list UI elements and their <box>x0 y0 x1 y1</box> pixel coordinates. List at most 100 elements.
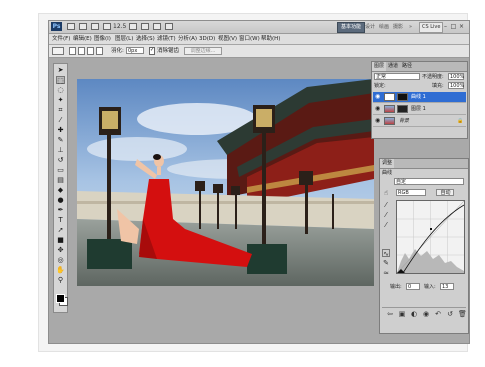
curve-pencil-icon[interactable]: ✎ <box>382 259 390 267</box>
gray-point-eyedropper-icon[interactable]: ⁄ <box>382 211 390 219</box>
reset-icon[interactable]: ↺ <box>446 310 454 318</box>
layer-row-layer1[interactable]: ◉ 图层 1 <box>373 104 466 115</box>
tab-layers[interactable]: 图层 <box>372 62 387 71</box>
menu-help[interactable]: 帮助(H) <box>261 34 280 44</box>
visibility-eye-icon[interactable]: ◉ <box>375 94 381 100</box>
menu-window[interactable]: 窗口(W) <box>239 34 260 44</box>
curve-points-icon[interactable]: ∿ <box>382 249 390 258</box>
adjustment-thumb-icon <box>384 93 395 101</box>
eyedropper-tool-icon[interactable]: ⁄ <box>56 116 65 124</box>
tools-panel: ➤ ⬚ ◌ ✦ ⌗ ⁄ ✚ ✎ ⊥ ↺ ▭ ▤ ◆ ● ✒ T ➚ ■ ✥ ◎ … <box>53 63 68 313</box>
curves-graph[interactable] <box>396 200 465 274</box>
output-input[interactable]: 0 <box>406 283 420 290</box>
quick-select-tool-icon[interactable]: ✦ <box>56 96 65 104</box>
visibility-eye-icon[interactable]: ◉ <box>375 106 381 112</box>
view-previous-icon[interactable]: ↶ <box>434 310 442 318</box>
hand-tool-icon[interactable]: ✋ <box>56 266 65 274</box>
opacity-input[interactable]: 100% <box>448 73 464 80</box>
clip-to-layer-icon[interactable]: ◐ <box>410 310 418 318</box>
menu-edit[interactable]: 编辑(E) <box>73 34 92 44</box>
feather-input[interactable]: 0px <box>126 47 144 54</box>
screen-mode-icon[interactable] <box>165 23 173 30</box>
path-select-tool-icon[interactable]: ➚ <box>56 226 65 234</box>
expand-view-icon[interactable]: ▣ <box>398 310 406 318</box>
brush-tool-icon[interactable]: ✎ <box>56 136 65 144</box>
menu-filter[interactable]: 滤镜(T) <box>157 34 176 44</box>
tab-channels[interactable]: 通道 <box>386 62 400 71</box>
layer-row-background[interactable]: ◉ 背景 🔒 <box>373 116 466 127</box>
input-input[interactable]: 13 <box>440 283 454 290</box>
hand-tool-icon[interactable] <box>129 23 137 30</box>
layer-mask-thumb <box>397 93 408 101</box>
3d-rotate-tool-icon[interactable]: ✥ <box>56 246 65 254</box>
minibridge-icon[interactable] <box>79 23 87 30</box>
workspace-design-link[interactable]: 设计 <box>365 22 375 32</box>
lasso-tool-icon[interactable]: ◌ <box>56 86 65 94</box>
rotate-view-icon[interactable] <box>141 23 149 30</box>
menu-3d[interactable]: 3D(D) <box>199 34 215 44</box>
marquee-preset-icon[interactable] <box>52 47 64 55</box>
zoom-preset-icon[interactable] <box>103 23 111 30</box>
zoom-level[interactable]: 12.5 <box>113 22 126 32</box>
intersect-selection-icon[interactable] <box>96 47 103 55</box>
visibility-eye-icon[interactable]: ◉ <box>375 118 381 124</box>
refine-edge-button[interactable]: 调整边缘... <box>184 47 222 55</box>
gradient-tool-icon[interactable]: ▤ <box>56 176 65 184</box>
bridge-icon[interactable] <box>67 23 75 30</box>
foreground-color-swatch[interactable] <box>56 294 65 303</box>
cs-live-button[interactable]: CS Live <box>419 22 444 33</box>
pen-tool-icon[interactable]: ✒ <box>56 206 65 214</box>
curve-adjust-hand-icon[interactable]: ☝ <box>382 189 390 197</box>
fill-input[interactable]: 100% <box>448 82 464 89</box>
move-tool-icon[interactable]: ➤ <box>56 66 65 74</box>
more-workspaces-icon[interactable]: » <box>409 22 412 32</box>
layer-row-curves[interactable]: ◉ 曲线 1 <box>373 92 466 103</box>
delete-adjustment-icon[interactable]: 🗑 <box>458 310 467 318</box>
crop-tool-icon[interactable]: ⌗ <box>56 106 65 114</box>
workspace-essentials-button[interactable]: 基本功能 <box>337 22 366 33</box>
return-to-list-icon[interactable]: ⇦ <box>386 310 394 318</box>
white-point-eyedropper-icon[interactable]: ⁄ <box>382 221 390 229</box>
layer-name[interactable]: 曲线 1 <box>411 92 426 103</box>
zoom-tool-icon[interactable]: ⚲ <box>56 276 65 284</box>
tab-adjustments[interactable]: 调整 <box>380 159 395 168</box>
menu-image[interactable]: 图像(I) <box>94 34 111 44</box>
menu-analysis[interactable]: 分析(A) <box>178 34 197 44</box>
subtract-selection-icon[interactable] <box>87 47 94 55</box>
healing-brush-tool-icon[interactable]: ✚ <box>56 126 65 134</box>
toggle-visibility-icon[interactable]: ◉ <box>422 310 430 318</box>
curve-smooth-icon[interactable]: ≈ <box>382 269 390 277</box>
workspace-painting-link[interactable]: 绘画 <box>379 22 389 32</box>
document-canvas[interactable] <box>77 79 374 286</box>
3d-orbit-tool-icon[interactable]: ◎ <box>56 256 65 264</box>
workspace-photography-link[interactable]: 摄影 <box>393 22 403 32</box>
menu-layer[interactable]: 图层(L) <box>115 34 133 44</box>
history-brush-tool-icon[interactable]: ↺ <box>56 156 65 164</box>
layer-name[interactable]: 图层 1 <box>411 104 426 115</box>
menu-file[interactable]: 文件(F) <box>52 34 70 44</box>
close-icon[interactable]: × <box>458 23 465 30</box>
marquee-tool-icon[interactable]: ⬚ <box>56 76 65 85</box>
eraser-tool-icon[interactable]: ▭ <box>56 166 65 174</box>
blur-tool-icon[interactable]: ◆ <box>56 186 65 194</box>
antialias-checkbox[interactable]: ✓ <box>149 47 155 55</box>
blend-mode-select[interactable]: 正常 <box>374 73 420 80</box>
arrange-documents-icon[interactable] <box>153 23 161 30</box>
channel-select[interactable]: RGB <box>396 189 426 196</box>
dodge-tool-icon[interactable]: ● <box>56 196 65 204</box>
menu-select[interactable]: 选择(S) <box>136 34 155 44</box>
add-selection-icon[interactable] <box>78 47 85 55</box>
view-extras-icon[interactable] <box>91 23 99 30</box>
black-point-eyedropper-icon[interactable]: ⁄ <box>382 201 390 209</box>
layer-name[interactable]: 背景 <box>399 116 409 127</box>
shape-tool-icon[interactable]: ■ <box>56 236 65 244</box>
preset-select[interactable]: 自定 <box>394 178 464 185</box>
minimize-icon[interactable]: – <box>442 23 449 30</box>
maximize-icon[interactable]: □ <box>450 23 457 30</box>
type-tool-icon[interactable]: T <box>56 216 65 224</box>
clone-stamp-tool-icon[interactable]: ⊥ <box>56 146 65 154</box>
tab-paths[interactable]: 路径 <box>400 62 414 71</box>
menu-view[interactable]: 视图(V) <box>218 34 237 44</box>
new-selection-icon[interactable] <box>69 47 76 55</box>
auto-button[interactable]: 自动 <box>436 189 454 196</box>
